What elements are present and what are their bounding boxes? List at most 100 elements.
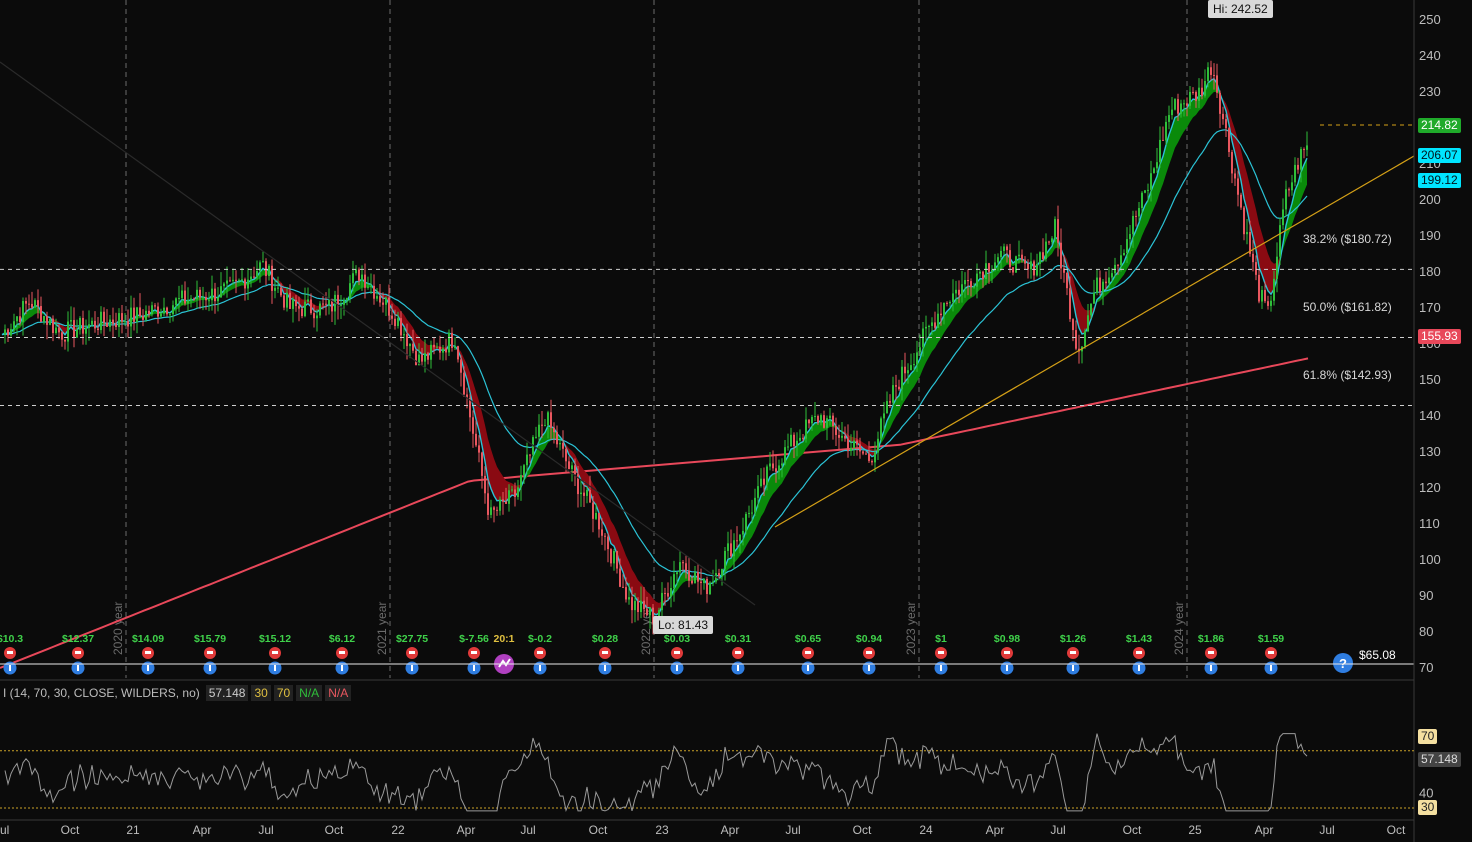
candle-body — [19, 316, 21, 322]
candle-body — [868, 453, 870, 461]
candle-body — [871, 460, 873, 463]
candle-body — [682, 562, 684, 564]
candle-body — [235, 279, 237, 281]
time-tick: Apr — [1255, 823, 1274, 837]
candle-body — [1144, 190, 1146, 193]
candle-body — [1021, 254, 1023, 260]
rsi-oversold-tag: 30 — [1418, 800, 1438, 815]
candle-body — [22, 301, 24, 322]
candle-body — [154, 305, 156, 307]
candle-body — [835, 426, 837, 435]
candle-body — [265, 261, 267, 277]
candle-body — [58, 327, 60, 333]
candle-body — [1156, 162, 1158, 169]
candle-body — [712, 581, 714, 583]
candle-body — [1201, 87, 1203, 96]
dividend-label: $10.3 — [0, 633, 23, 645]
candle-body — [967, 280, 969, 282]
candle-body — [1294, 164, 1296, 183]
year-label: 2023 year — [904, 602, 918, 655]
price-tick: 170 — [1419, 300, 1441, 315]
price-tick: 90 — [1419, 588, 1433, 603]
ema-fill-segment — [29, 308, 32, 319]
candle-body — [808, 419, 810, 424]
dividend-label: $15.79 — [194, 633, 226, 645]
price-tick: 190 — [1419, 228, 1441, 243]
candle-body — [946, 302, 948, 304]
candle-body — [1237, 178, 1239, 195]
candle-body — [691, 580, 693, 584]
rsi-na-2: N/A — [325, 685, 352, 701]
candle-body — [886, 401, 888, 414]
rsi-tick: 40 — [1419, 786, 1433, 801]
candle-body — [709, 582, 711, 595]
candle-body — [1216, 75, 1218, 93]
candle-body — [1189, 91, 1191, 106]
candle-body — [838, 434, 840, 438]
ema-fill-segment — [497, 466, 500, 501]
candle-body — [205, 297, 207, 301]
candle-body — [769, 463, 771, 467]
candle-body — [1135, 215, 1137, 217]
candle-body — [355, 269, 357, 274]
candle-body — [400, 318, 402, 336]
dividend-label: $0.94 — [856, 633, 882, 645]
candle-body — [1234, 173, 1236, 179]
candle-body — [970, 281, 972, 288]
dividend-label: 20:1 — [493, 633, 514, 645]
event-icon-glyph — [147, 665, 149, 671]
candle-body — [964, 280, 966, 285]
candle-body — [826, 418, 828, 428]
candle-body — [529, 454, 531, 456]
candle-body — [1285, 189, 1287, 210]
candle-body — [1066, 272, 1068, 289]
candle-body — [382, 302, 384, 305]
candle-body — [679, 562, 681, 573]
rsi-title: I (14, 70, 30, CLOSE, WILDERS, no) — [3, 686, 200, 700]
candle-body — [307, 299, 309, 302]
candle-body — [937, 313, 939, 328]
candle-body — [550, 412, 552, 428]
candle-body — [1051, 238, 1053, 242]
candle-body — [703, 579, 705, 584]
time-tick: 24 — [919, 823, 933, 837]
candle-body — [1297, 164, 1299, 170]
earnings-icon-glyph — [537, 651, 543, 654]
candle-body — [97, 328, 99, 331]
candles-layer — [4, 60, 1308, 635]
earnings-icon-glyph — [735, 651, 741, 654]
candle-body — [325, 303, 327, 305]
time-tick: Apr — [986, 823, 1005, 837]
candle-body — [256, 271, 258, 278]
candle-body — [427, 353, 429, 360]
candle-body — [1222, 113, 1224, 120]
candle-body — [1117, 264, 1119, 266]
candle-body — [229, 280, 231, 282]
candle-body — [883, 413, 885, 419]
candle-body — [1132, 215, 1134, 235]
candle-body — [1267, 301, 1269, 306]
candle-body — [916, 352, 918, 365]
earnings-icon-glyph — [75, 651, 81, 654]
candle-body — [190, 298, 192, 301]
candle-body — [1057, 219, 1059, 243]
low-label: Lo: 81.43 — [653, 616, 714, 634]
candle-body — [601, 529, 603, 536]
candle-body — [556, 432, 558, 445]
candle-body — [616, 551, 618, 569]
candle-body — [127, 321, 129, 327]
candle-body — [181, 290, 183, 298]
rsi-layer: 8040 — [0, 729, 1433, 812]
time-tick: Jul — [1319, 823, 1334, 837]
candle-body — [874, 452, 876, 463]
candle-body — [1246, 232, 1248, 235]
grid-layer: 2020 year 2021 year 2022 year 2023 year 2024… — [111, 0, 1188, 678]
price-chart[interactable]: 2020 year 2021 year 2022 year 2023 year 2024… — [0, 0, 1472, 842]
candle-body — [46, 315, 48, 325]
candle-body — [1039, 252, 1041, 265]
candle-body — [319, 303, 321, 316]
time-tick: Apr — [193, 823, 212, 837]
candle-body — [52, 318, 54, 334]
candle-body — [1261, 290, 1263, 302]
candle-body — [982, 271, 984, 280]
